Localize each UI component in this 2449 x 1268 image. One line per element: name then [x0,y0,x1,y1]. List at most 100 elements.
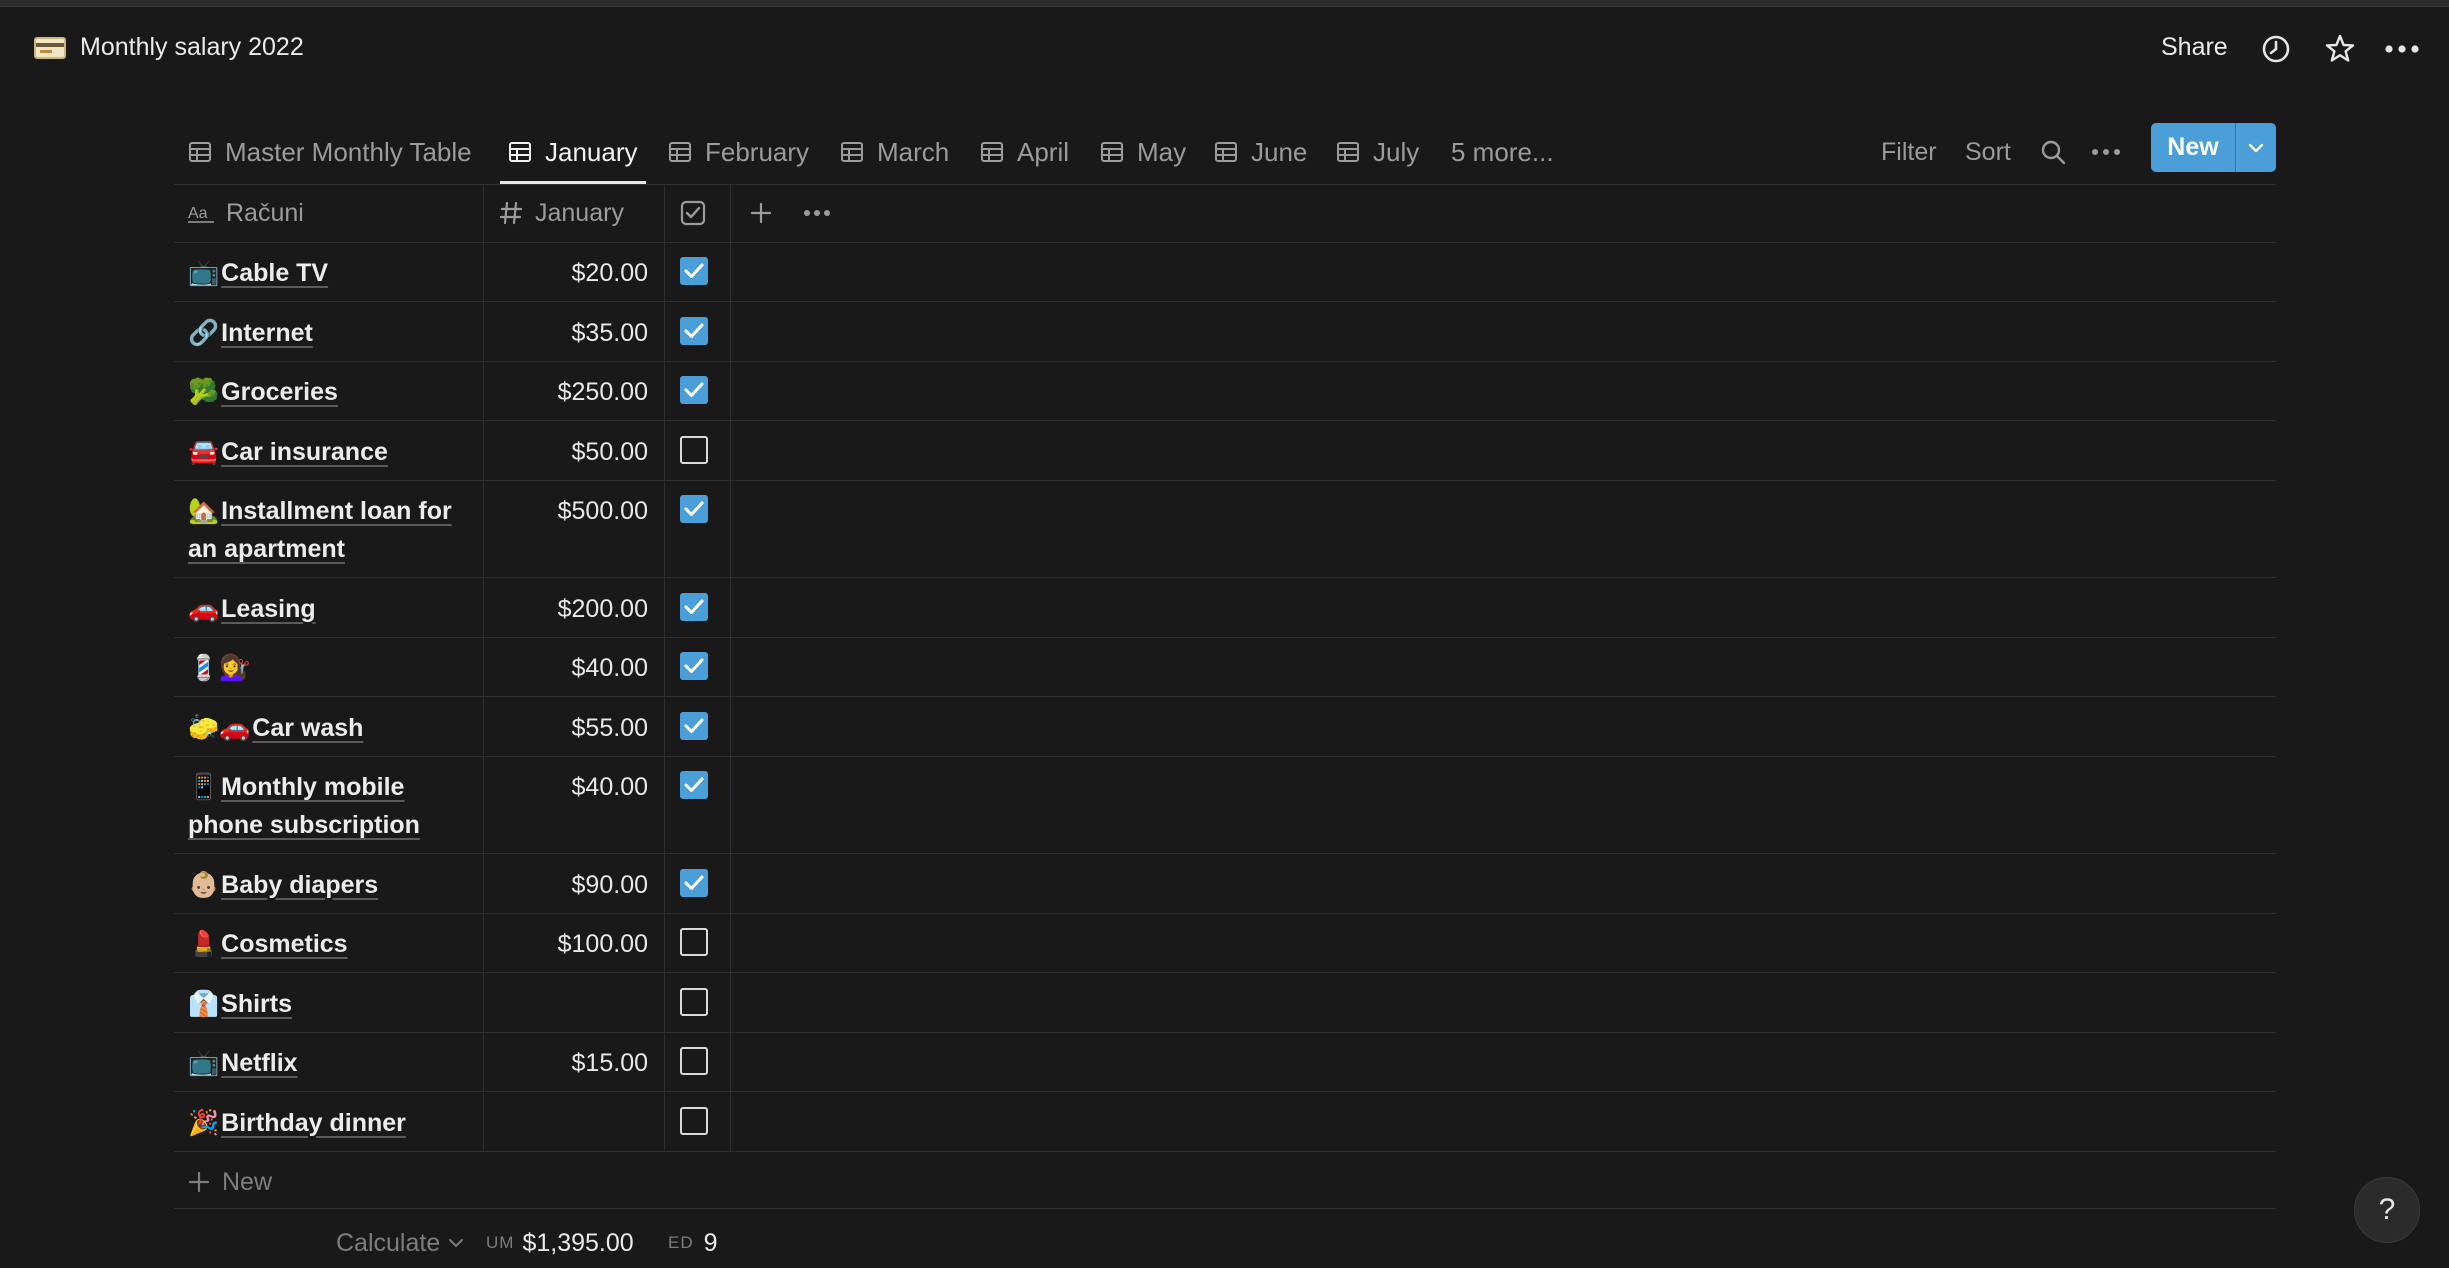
column-more-icon[interactable] [804,184,830,242]
cell-name[interactable]: 🏡Installment loan for an apartment [188,492,478,568]
cell-amount[interactable]: $200.00 [484,591,648,627]
cell-name[interactable]: 👔Shirts [188,985,478,1023]
checkbox-checked[interactable] [680,592,708,621]
table-row[interactable]: 🎉Birthday dinner [174,1092,2276,1151]
cell-amount[interactable]: $90.00 [484,867,648,903]
table-row[interactable]: 💈💇‍♀️ $40.00 [174,637,2276,696]
help-button[interactable]: ? [2354,1177,2420,1243]
checkbox-checked[interactable] [680,771,708,799]
cell-amount[interactable]: $500.00 [484,493,648,529]
checkbox-unchecked[interactable] [680,435,708,464]
cell-name[interactable]: 📺Netflix [188,1044,478,1082]
calculate-button[interactable]: Calculate [336,1220,464,1266]
cell-name[interactable]: 🚘Car insurance [188,433,478,471]
search-icon[interactable] [2040,120,2066,184]
cell-amount[interactable]: $50.00 [484,434,648,470]
checkbox-unchecked[interactable] [680,1047,708,1075]
tab-april[interactable]: April [980,120,1069,184]
checkbox-unchecked[interactable] [680,987,708,1016]
cell-name[interactable]: 🥦Groceries [188,373,478,411]
star-icon[interactable] [2322,31,2358,67]
checkbox-checked[interactable] [680,257,708,285]
more-icon[interactable] [2384,31,2420,67]
cell-name[interactable]: 👶🏼Baby diapers [188,866,478,904]
sort-button[interactable]: Sort [1965,120,2011,184]
table-row[interactable]: 🔗Internet $35.00 [174,302,2276,361]
view-more-icon[interactable] [2092,120,2120,184]
table-row[interactable]: 📺Cable TV $20.00 [174,242,2276,301]
cell-amount[interactable]: $100.00 [484,926,648,962]
row-emoji: 📺 [188,259,220,287]
cell-name[interactable]: 📺Cable TV [188,254,478,292]
add-column-icon[interactable] [750,184,772,242]
checkbox-unchecked[interactable] [680,1106,708,1135]
table-row[interactable]: 👔Shirts [174,973,2276,1032]
column-header-checkbox[interactable] [680,184,706,242]
tab-march[interactable]: March [840,120,949,184]
checkbox-checked[interactable] [680,316,708,345]
tab-july[interactable]: July [1336,120,1419,184]
checkbox-unchecked[interactable] [680,928,708,956]
cell-name[interactable]: 🚗Leasing [188,590,478,628]
cell-amount[interactable]: $250.00 [484,374,648,410]
row-emoji: 💄 [188,930,220,958]
checked-count-calculation[interactable]: ED 9 [668,1220,718,1266]
filter-button[interactable]: Filter [1881,120,1937,184]
tab-january[interactable]: January [500,120,645,184]
tab-february[interactable]: February [668,120,809,184]
cell-amount[interactable]: $20.00 [484,255,648,291]
table-row[interactable]: 📺Netflix $15.00 [174,1032,2276,1091]
share-button[interactable]: Share [2161,33,2228,62]
table-row[interactable]: 👶🏼Baby diapers $90.00 [174,854,2276,913]
cell-amount[interactable]: $55.00 [484,710,648,746]
table-icon [1101,142,1123,162]
cell-amount[interactable]: $40.00 [484,769,648,805]
row-title: Internet [221,318,313,347]
cell-amount[interactable]: $15.00 [484,1045,648,1081]
column-header-january[interactable]: January [499,184,624,242]
table-icon [981,142,1003,162]
table-row[interactable]: 🥦Groceries $250.00 [174,361,2276,420]
checkbox-checked[interactable] [680,652,708,680]
cell-name[interactable]: 💈💇‍♀️ [188,649,478,687]
cell-name[interactable]: 🧽🚗Car wash [188,709,478,747]
cell-name[interactable]: 💄Cosmetics [188,925,478,963]
clock-icon[interactable] [2258,31,2294,67]
cell-name[interactable]: 🎉Birthday dinner [188,1104,478,1142]
table-icon [841,142,863,162]
checkbox-checked[interactable] [680,495,708,523]
checkbox-checked[interactable] [680,711,708,740]
row-title: Netflix [221,1049,298,1077]
chevron-down-icon[interactable] [2235,123,2276,172]
credit-card-icon [34,37,66,59]
sum-calculation[interactable]: UM $1,395.00 [486,1220,634,1266]
cell-amount[interactable]: $35.00 [484,315,648,351]
table-row[interactable]: 📱Monthly mobile phone subscription $40.00 [174,756,2276,853]
tab-june[interactable]: June [1214,120,1307,184]
column-header-racuni[interactable]: Aa Računi [188,184,304,242]
new-button-label: New [2167,133,2219,161]
tab-label: January [545,136,638,167]
tab-may[interactable]: May [1100,120,1186,184]
checkbox-checked[interactable] [680,376,708,404]
checked-prefix: ED [668,1233,694,1252]
checkbox-checked[interactable] [680,868,708,897]
table-row[interactable]: 🚗Leasing $200.00 [174,578,2276,637]
cell-amount[interactable]: $40.00 [484,650,648,686]
cell-name[interactable]: 📱Monthly mobile phone subscription [188,768,478,844]
new-button[interactable]: New [2151,123,2276,172]
table-row[interactable]: 🚘Car insurance $50.00 [174,421,2276,480]
calculate-label: Calculate [336,1228,441,1257]
divider [174,1208,2276,1209]
cell-name[interactable]: 🔗Internet [188,314,478,352]
tab-master-monthly-table[interactable]: Master Monthly Table [188,120,472,184]
svg-text:Aa: Aa [188,205,208,222]
tab-label: Master Monthly Table [225,136,472,167]
checkmark-icon [684,382,704,397]
table-row[interactable]: 🏡Installment loan for an apartment $500.0… [174,480,2276,577]
more-views-button[interactable]: 5 more... [1451,120,1554,184]
table-row[interactable]: 🧽🚗Car wash $55.00 [174,697,2276,756]
table-row[interactable]: 💄Cosmetics $100.00 [174,913,2276,972]
add-new-row-button[interactable]: New [188,1152,272,1212]
divider [174,1150,2276,1152]
